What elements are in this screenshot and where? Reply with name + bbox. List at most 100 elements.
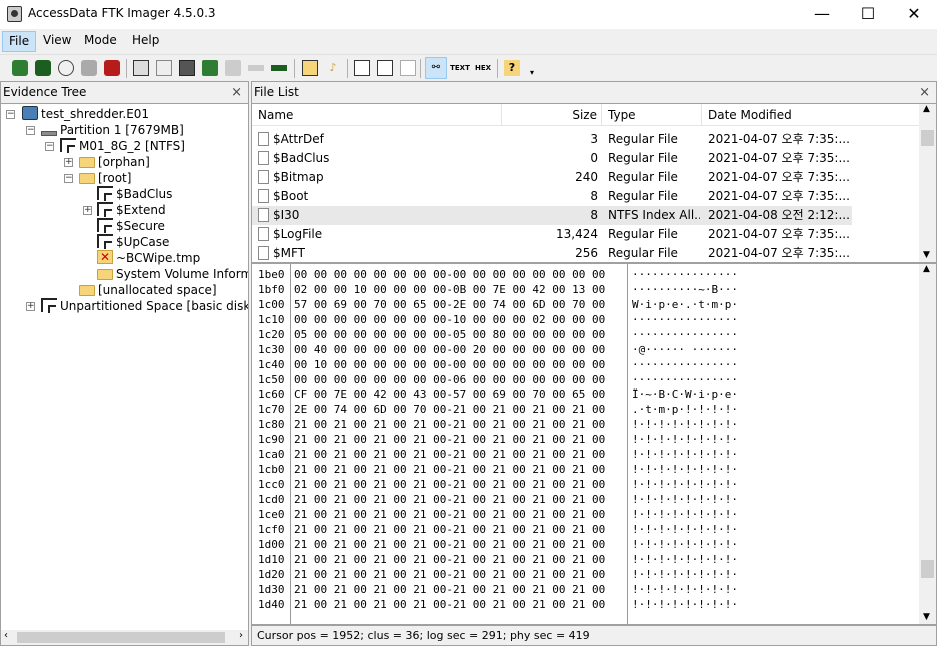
minimize-button[interactable]: — <box>799 0 845 29</box>
table-row[interactable]: $BadClus 0 Regular File 2021-04-07 오후 7:35:… <box>252 149 852 168</box>
hex-vscrollbar[interactable]: ▲ ▼ <box>919 264 936 624</box>
table-row[interactable]: $Bitmap 240 Regular File 2021-04-07 오후 7:35… <box>252 168 852 187</box>
tree-item-system-volume-information[interactable]: System Volume Inform <box>97 266 248 282</box>
hex-offset: 1c20 <box>258 328 285 341</box>
expand-icon[interactable]: + <box>64 158 73 167</box>
column-date-modified[interactable]: Date Modified <box>702 104 920 126</box>
cell-type: Regular File <box>608 244 700 263</box>
verify-drive-icon[interactable] <box>271 65 287 71</box>
tree-item-badclus[interactable]: $BadClus <box>97 186 172 202</box>
cell-date-text: 2021-04-07 오후 7:35:... <box>708 151 850 165</box>
capture-memory-icon[interactable] <box>302 60 318 76</box>
maximize-button[interactable]: ☐ <box>845 0 891 29</box>
hex-offset: 1c30 <box>258 343 285 356</box>
tree-item-orphan[interactable]: [orphan] <box>79 154 150 170</box>
expand-icon[interactable]: + <box>83 206 92 215</box>
cell-size: 3 <box>502 130 598 149</box>
table-row[interactable]: $I30 8 NTFS Index All... 2021-04-08 오전 2:12… <box>252 206 852 225</box>
export-files-icon[interactable] <box>377 60 393 76</box>
scroll-thumb[interactable] <box>17 632 225 643</box>
hex-bytes: 2E 00 74 00 6D 00 70 00-21 00 21 00 21 0… <box>294 403 606 416</box>
tree-item-bcwipe[interactable]: ~BCWipe.tmp <box>97 249 200 266</box>
hex-bytes: 00 40 00 00 00 00 00 00-00 20 00 00 00 0… <box>294 343 606 356</box>
evidence-tree-close-icon[interactable]: × <box>231 82 242 103</box>
tree-item-evidence[interactable]: test_shredder.E01 <box>22 106 149 122</box>
remove-evidence-icon[interactable] <box>81 60 97 76</box>
obtain-protected-files-icon[interactable]: ♪ <box>325 60 341 76</box>
decrypt-ad1-icon[interactable] <box>248 65 264 71</box>
scroll-up-icon[interactable]: ▲ <box>923 104 930 114</box>
file-list-close-icon[interactable]: × <box>919 82 930 103</box>
menu-view[interactable]: View <box>37 31 77 52</box>
collapse-icon[interactable]: − <box>6 110 15 119</box>
help-icon[interactable]: ? <box>504 60 520 76</box>
export-disk-image-icon[interactable] <box>156 60 172 76</box>
add-all-evidence-icon[interactable] <box>35 60 51 76</box>
menu-help[interactable]: Help <box>126 31 165 52</box>
ntfs-volume-icon <box>60 138 76 153</box>
tree-item-unallocated[interactable]: [unallocated space] <box>79 282 217 298</box>
hex-offset: 1c60 <box>258 388 285 401</box>
menu-file[interactable]: File <box>2 31 37 52</box>
table-row[interactable]: $LogFile 13,424 Regular File 2021-04-07 오후 … <box>252 225 852 244</box>
scroll-right-icon[interactable]: › <box>239 630 243 641</box>
collapse-icon[interactable]: − <box>26 126 35 135</box>
auto-viewer-icon[interactable]: ⚯ <box>425 57 447 79</box>
image-mounting-icon[interactable] <box>58 60 74 76</box>
export-file-hash-list-icon[interactable] <box>400 60 416 76</box>
file-icon <box>258 246 269 260</box>
export-logical-image-icon[interactable] <box>179 60 195 76</box>
scroll-thumb[interactable] <box>921 130 934 146</box>
column-size[interactable]: Size <box>502 104 602 126</box>
tree-item-extend[interactable]: $Extend <box>97 202 166 218</box>
menu-mode[interactable]: Mode <box>78 31 123 52</box>
file-list-vscrollbar[interactable]: ▲ ▼ <box>919 104 936 262</box>
evidence-hscrollbar[interactable]: ‹ › <box>1 630 248 645</box>
hex-bytes: 57 00 69 00 70 00 65 00-2E 00 74 00 6D 0… <box>294 298 606 311</box>
cell-type: Regular File <box>608 225 700 244</box>
detect-efs-icon[interactable] <box>354 60 370 76</box>
create-disk-image-icon[interactable] <box>133 60 149 76</box>
add-to-custom-content-icon[interactable] <box>202 60 218 76</box>
hex-ascii: !·!·!·!·!·!·!·!· <box>632 523 738 536</box>
cell-name-text: $Bitmap <box>273 170 324 184</box>
expand-icon[interactable]: + <box>26 302 35 311</box>
hex-offset: 1d00 <box>258 538 285 551</box>
scroll-down-icon[interactable]: ▼ <box>923 612 930 622</box>
remove-all-evidence-icon[interactable] <box>104 60 120 76</box>
tree-item-root[interactable]: [root] <box>79 170 131 186</box>
text-viewer-icon[interactable]: TEXT <box>450 60 470 76</box>
hex-view[interactable]: 1be0 00 00 00 00 00 00 00 00-00 00 00 00 … <box>252 264 920 624</box>
scroll-left-icon[interactable]: ‹ <box>4 630 8 641</box>
dropdown-icon[interactable]: ▾ <box>524 65 540 81</box>
table-row[interactable]: $AttrDef 3 Regular File 2021-04-07 오후 7:35:… <box>252 130 852 149</box>
scroll-up-icon[interactable]: ▲ <box>923 264 930 274</box>
collapse-icon[interactable]: − <box>45 142 54 151</box>
cell-size-text: 8 <box>590 208 598 222</box>
hex-bytes: 21 00 21 00 21 00 21 00-21 00 21 00 21 0… <box>294 418 606 431</box>
close-button[interactable]: ✕ <box>891 0 937 29</box>
tree-item-secure[interactable]: $Secure <box>97 218 165 234</box>
add-evidence-icon[interactable] <box>12 60 28 76</box>
column-name[interactable]: Name <box>252 104 502 126</box>
hex-viewer-icon[interactable]: HEX <box>473 60 493 76</box>
folder-icon <box>79 285 95 296</box>
collapse-icon[interactable]: − <box>64 174 73 183</box>
create-custom-content-image-icon[interactable] <box>225 60 241 76</box>
hex-ascii: W·i·p·e·.·t·m·p· <box>632 298 738 311</box>
tree-item-upcase[interactable]: $UpCase <box>97 234 169 250</box>
cell-type-text: Regular File <box>608 227 678 241</box>
tree-item-unpartitioned[interactable]: Unpartitioned Space [basic disk] <box>41 298 248 314</box>
table-row[interactable]: $MFT 256 Regular File 2021-04-07 오후 7:35:..… <box>252 244 852 263</box>
scroll-thumb[interactable] <box>921 560 934 578</box>
cell-size: 8 <box>502 187 598 206</box>
ntfs-volume-icon <box>97 186 113 201</box>
folder-icon <box>79 157 95 168</box>
scroll-down-icon[interactable]: ▼ <box>923 250 930 260</box>
app-icon <box>7 6 22 22</box>
tree-item-volume[interactable]: M01_8G_2 [NTFS] <box>60 138 185 154</box>
cell-type-text: Regular File <box>608 246 678 260</box>
column-type[interactable]: Type <box>602 104 702 126</box>
tree-item-partition[interactable]: Partition 1 [7679MB] <box>41 122 184 138</box>
table-row[interactable]: $Boot 8 Regular File 2021-04-07 오후 7:35:... <box>252 187 852 206</box>
